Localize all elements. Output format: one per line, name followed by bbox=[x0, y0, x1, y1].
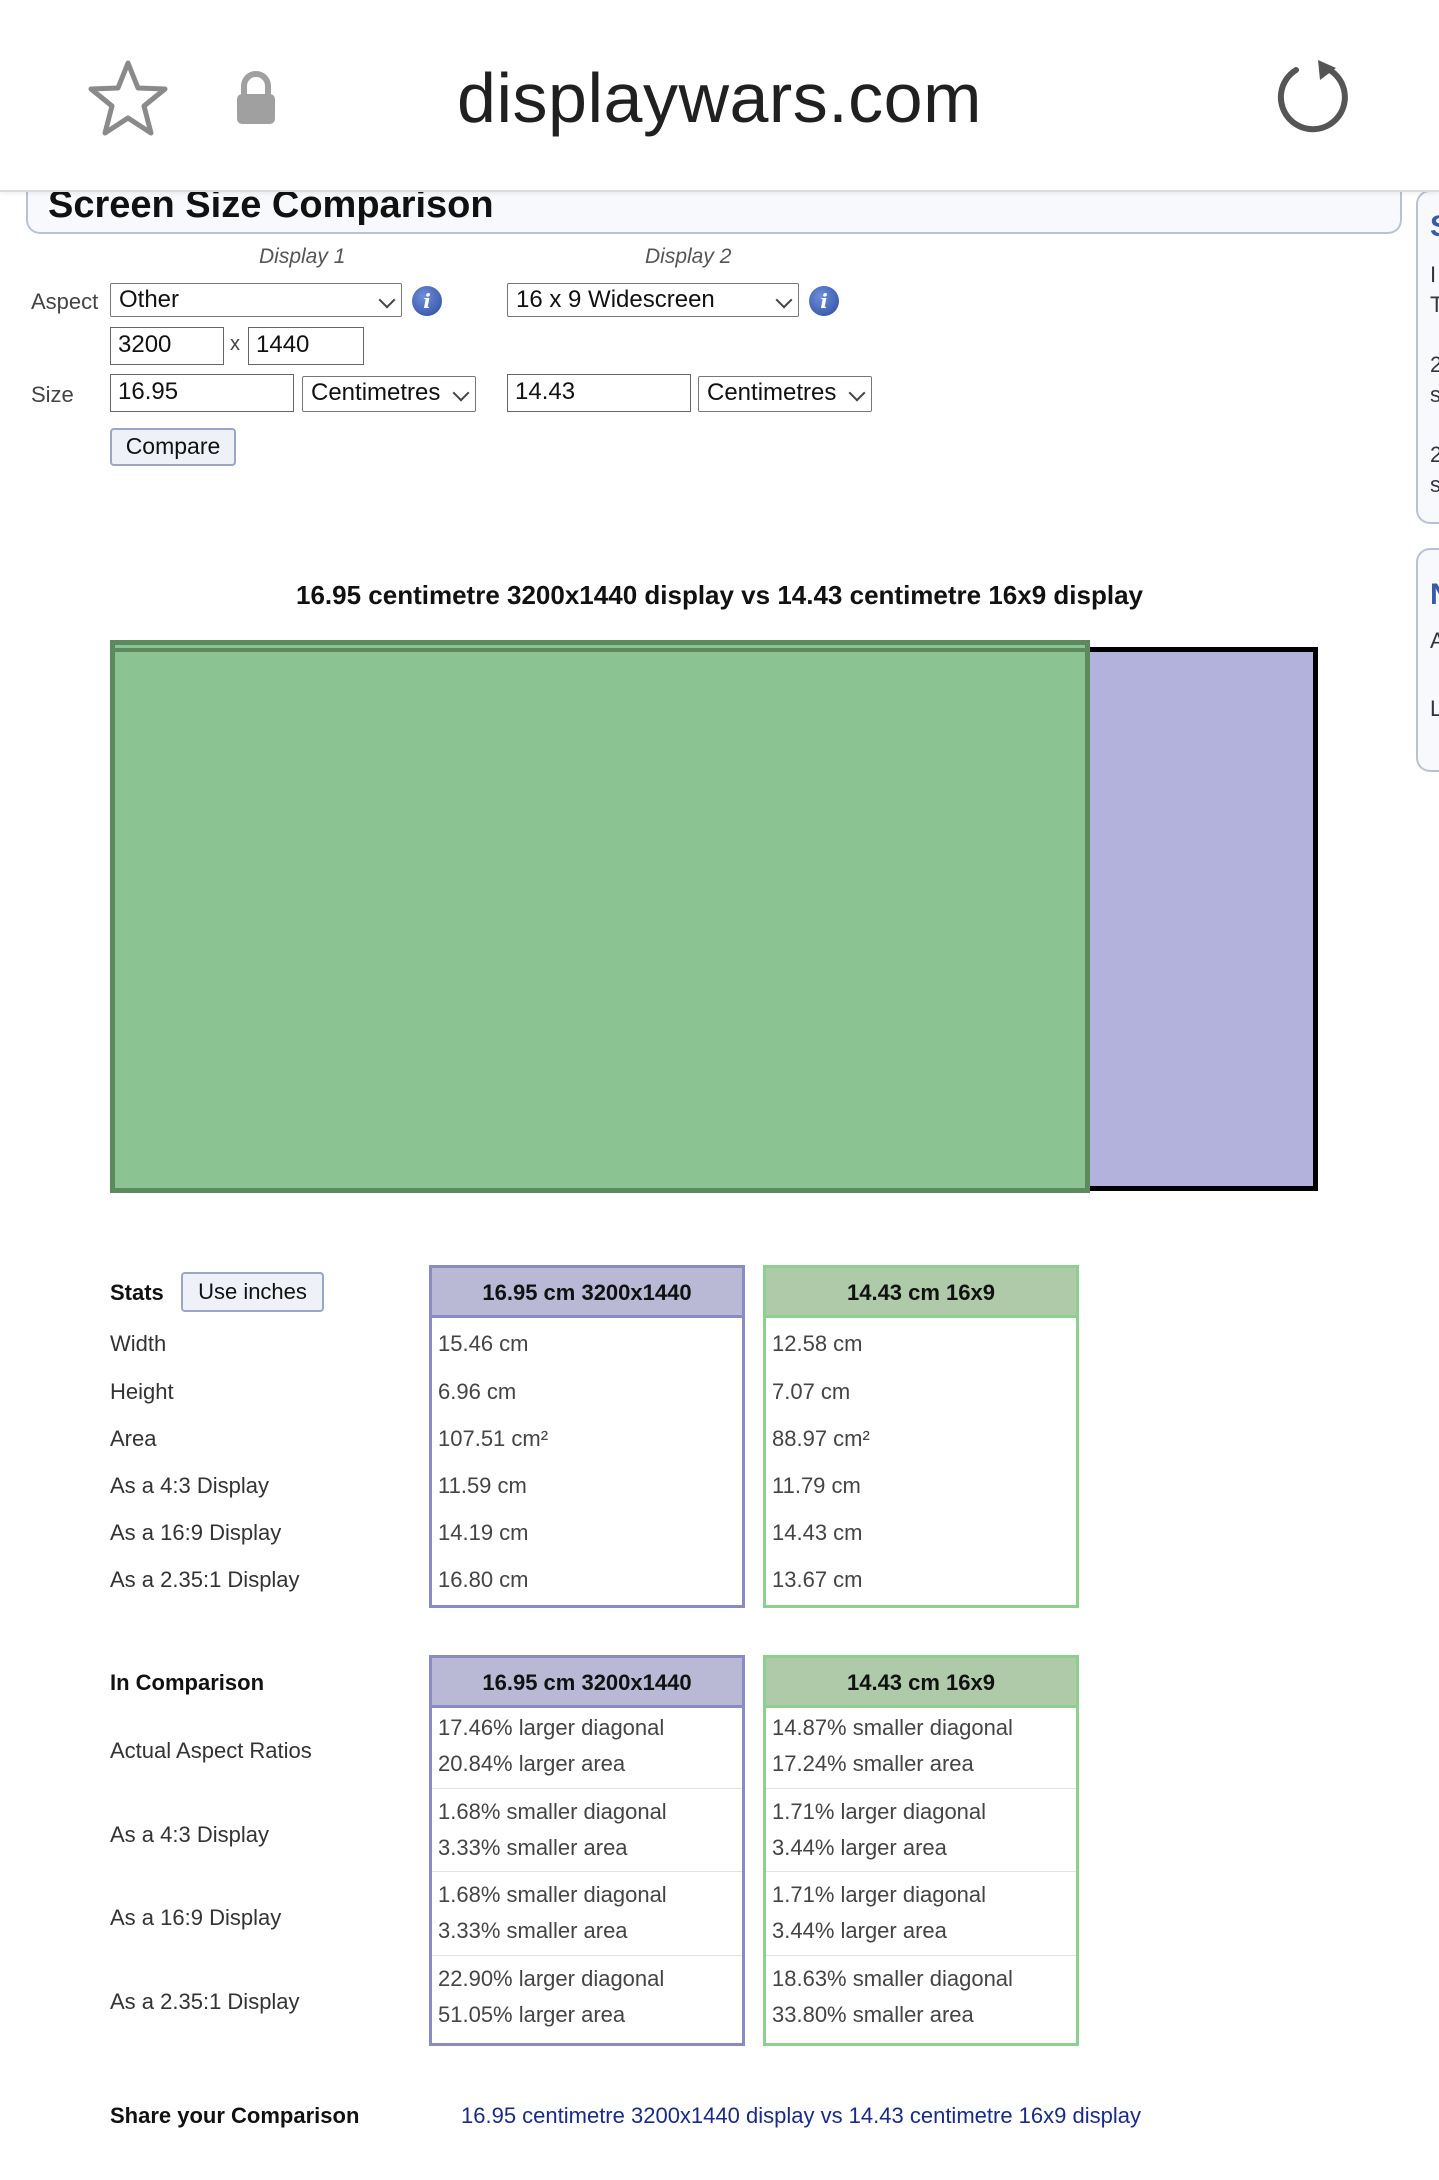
display2-size-input[interactable]: 14.43 bbox=[507, 374, 691, 412]
display1-width-input[interactable]: 3200 bbox=[110, 327, 224, 365]
stats-cell: 16.80 cm bbox=[438, 1567, 529, 1592]
use-inches-button[interactable]: Use inches bbox=[181, 1272, 324, 1312]
display2-aspect-value: 16 x 9 Widescreen bbox=[516, 286, 715, 313]
comparison-cell-line: 18.63% smaller diagonal bbox=[772, 1966, 1013, 1991]
side-panel-text: s bbox=[1430, 382, 1439, 407]
comparison-row-label: As a 16:9 Display bbox=[110, 1905, 282, 1930]
size-label: Size bbox=[31, 382, 74, 407]
display1-size-input[interactable]: 16.95 bbox=[110, 374, 294, 412]
comparison-cell-line: 1.71% larger diagonal bbox=[772, 1799, 987, 1824]
comparison-cell-line: 1.68% smaller diagonal bbox=[438, 1882, 667, 1907]
side-panel-text: S bbox=[1430, 210, 1439, 244]
stats-row-label: Area bbox=[110, 1426, 157, 1451]
comparison-display1-column: 16.95 cm 3200x1440 17.46% larger diagona… bbox=[429, 1655, 745, 2046]
comparison-title: 16.95 centimetre 3200x1440 display vs 14… bbox=[296, 580, 1143, 610]
side-panel-text: I bbox=[1430, 262, 1437, 287]
stats-cell: 107.51 cm² bbox=[438, 1426, 549, 1451]
chevron-down-icon bbox=[452, 384, 470, 402]
stats-header: Stats bbox=[110, 1280, 164, 1305]
stats-display1-header: 16.95 cm 3200x1440 bbox=[432, 1268, 742, 1318]
stats-cell: 11.59 cm bbox=[438, 1473, 527, 1498]
stats-cell: 6.96 cm bbox=[438, 1379, 517, 1404]
display1-aspect-value: Other bbox=[119, 286, 180, 313]
comparison-row-label: As a 4:3 Display bbox=[110, 1822, 269, 1847]
row-divider bbox=[432, 1788, 742, 1789]
stats-display1-column: 16.95 cm 3200x1440 15.46 cm 6.96 cm 107.… bbox=[429, 1265, 745, 1608]
comparison-cell-line: 3.33% smaller area bbox=[438, 1918, 628, 1943]
comparison-cell-line: 14.87% smaller diagonal bbox=[772, 1715, 1013, 1740]
row-divider bbox=[766, 1955, 1076, 1956]
side-panel-text: s bbox=[1430, 472, 1439, 497]
display1-info-icon[interactable]: i bbox=[412, 286, 442, 316]
chevron-down-icon bbox=[378, 291, 396, 309]
stats-cell: 11.79 cm bbox=[772, 1473, 861, 1498]
stats-cell: 7.07 cm bbox=[772, 1379, 851, 1404]
display1-aspect-select[interactable]: Other bbox=[110, 283, 402, 317]
comparison-cell-line: 1.71% larger diagonal bbox=[772, 1882, 987, 1907]
display2-unit-value: Centimetres bbox=[707, 379, 837, 406]
side-panel-text: 2 bbox=[1430, 442, 1439, 467]
side-panel-text: L bbox=[1430, 696, 1439, 721]
stats-cell: 13.67 cm bbox=[772, 1567, 863, 1592]
comparison-display2-header: 14.43 cm 16x9 bbox=[766, 1658, 1076, 1708]
comparison-cell-line: 33.80% smaller area bbox=[772, 2002, 974, 2027]
comparison-row-label: Actual Aspect Ratios bbox=[110, 1738, 312, 1763]
comparison-cell-line: 1.68% smaller diagonal bbox=[438, 1799, 667, 1824]
stats-display2-column: 14.43 cm 16x9 12.58 cm 7.07 cm 88.97 cm²… bbox=[763, 1265, 1079, 1608]
display2-aspect-select[interactable]: 16 x 9 Widescreen bbox=[507, 283, 799, 317]
aspect-label: Aspect bbox=[31, 289, 99, 314]
chevron-down-icon bbox=[848, 384, 866, 402]
share-link[interactable]: 16.95 centimetre 3200x1440 display vs 14… bbox=[461, 2103, 1141, 2129]
display1-unit-select[interactable]: Centimetres bbox=[302, 376, 476, 412]
comparison-cell-line: 3.44% larger area bbox=[772, 1835, 947, 1860]
comparison-row-label: As a 2.35:1 Display bbox=[110, 1989, 300, 2014]
share-label: Share your Comparison bbox=[110, 2103, 360, 2128]
comparison-display1-header: 16.95 cm 3200x1440 bbox=[432, 1658, 742, 1708]
row-divider bbox=[432, 1871, 742, 1872]
display2-rectangle bbox=[110, 640, 1090, 1193]
comparison-cell-line: 3.44% larger area bbox=[772, 1918, 947, 1943]
side-panel-text: A bbox=[1430, 628, 1439, 653]
comparison-cell-line: 17.46% larger diagonal bbox=[438, 1715, 665, 1740]
stats-cell: 88.97 cm² bbox=[772, 1426, 870, 1451]
times-label: x bbox=[230, 333, 240, 355]
comparison-cell-line: 51.05% larger area bbox=[438, 2002, 626, 2027]
side-panel-text: 2 bbox=[1430, 352, 1439, 377]
stats-row-label: Height bbox=[110, 1379, 174, 1404]
stats-row-label: As a 16:9 Display bbox=[110, 1520, 282, 1545]
stats-row-label: Width bbox=[110, 1331, 167, 1356]
comparison-cell-line: 22.90% larger diagonal bbox=[438, 1966, 665, 1991]
stats-cell: 12.58 cm bbox=[772, 1331, 863, 1356]
stats-cell: 15.46 cm bbox=[438, 1331, 529, 1356]
stats-row-label: As a 4:3 Display bbox=[110, 1473, 269, 1498]
comparison-display2-column: 14.43 cm 16x9 14.87% smaller diagonal 17… bbox=[763, 1655, 1079, 2046]
stats-row-label: As a 2.35:1 Display bbox=[110, 1567, 300, 1592]
row-divider bbox=[432, 1955, 742, 1956]
display1-column-label: Display 1 bbox=[259, 245, 346, 268]
reload-icon[interactable] bbox=[1274, 58, 1350, 134]
display2-unit-select[interactable]: Centimetres bbox=[698, 376, 872, 412]
url-bar[interactable]: displaywars.com bbox=[0, 58, 1439, 138]
display1-height-input[interactable]: 1440 bbox=[248, 327, 364, 365]
display2-column-label: Display 2 bbox=[645, 245, 732, 268]
display2-info-icon[interactable]: i bbox=[809, 286, 839, 316]
comparison-cell-line: 3.33% smaller area bbox=[438, 1835, 628, 1860]
in-comparison-header: In Comparison bbox=[110, 1670, 265, 1695]
browser-toolbar: displaywars.com bbox=[0, 0, 1439, 192]
side-panel-top: S I T 2 s 2 s bbox=[1416, 190, 1439, 524]
display1-unit-value: Centimetres bbox=[311, 379, 441, 406]
comparison-cell-line: 20.84% larger area bbox=[438, 1751, 626, 1776]
chevron-down-icon bbox=[775, 291, 793, 309]
row-divider bbox=[766, 1788, 1076, 1789]
side-panel-text: T bbox=[1430, 292, 1439, 317]
row-divider bbox=[766, 1871, 1076, 1872]
stats-display2-header: 14.43 cm 16x9 bbox=[766, 1268, 1076, 1318]
comparison-cell-line: 17.24% smaller area bbox=[772, 1751, 974, 1776]
stats-cell: 14.43 cm bbox=[772, 1520, 863, 1545]
compare-button[interactable]: Compare bbox=[110, 428, 236, 466]
stats-cell: 14.19 cm bbox=[438, 1520, 529, 1545]
display2-rectangle-top-line bbox=[110, 648, 1090, 652]
